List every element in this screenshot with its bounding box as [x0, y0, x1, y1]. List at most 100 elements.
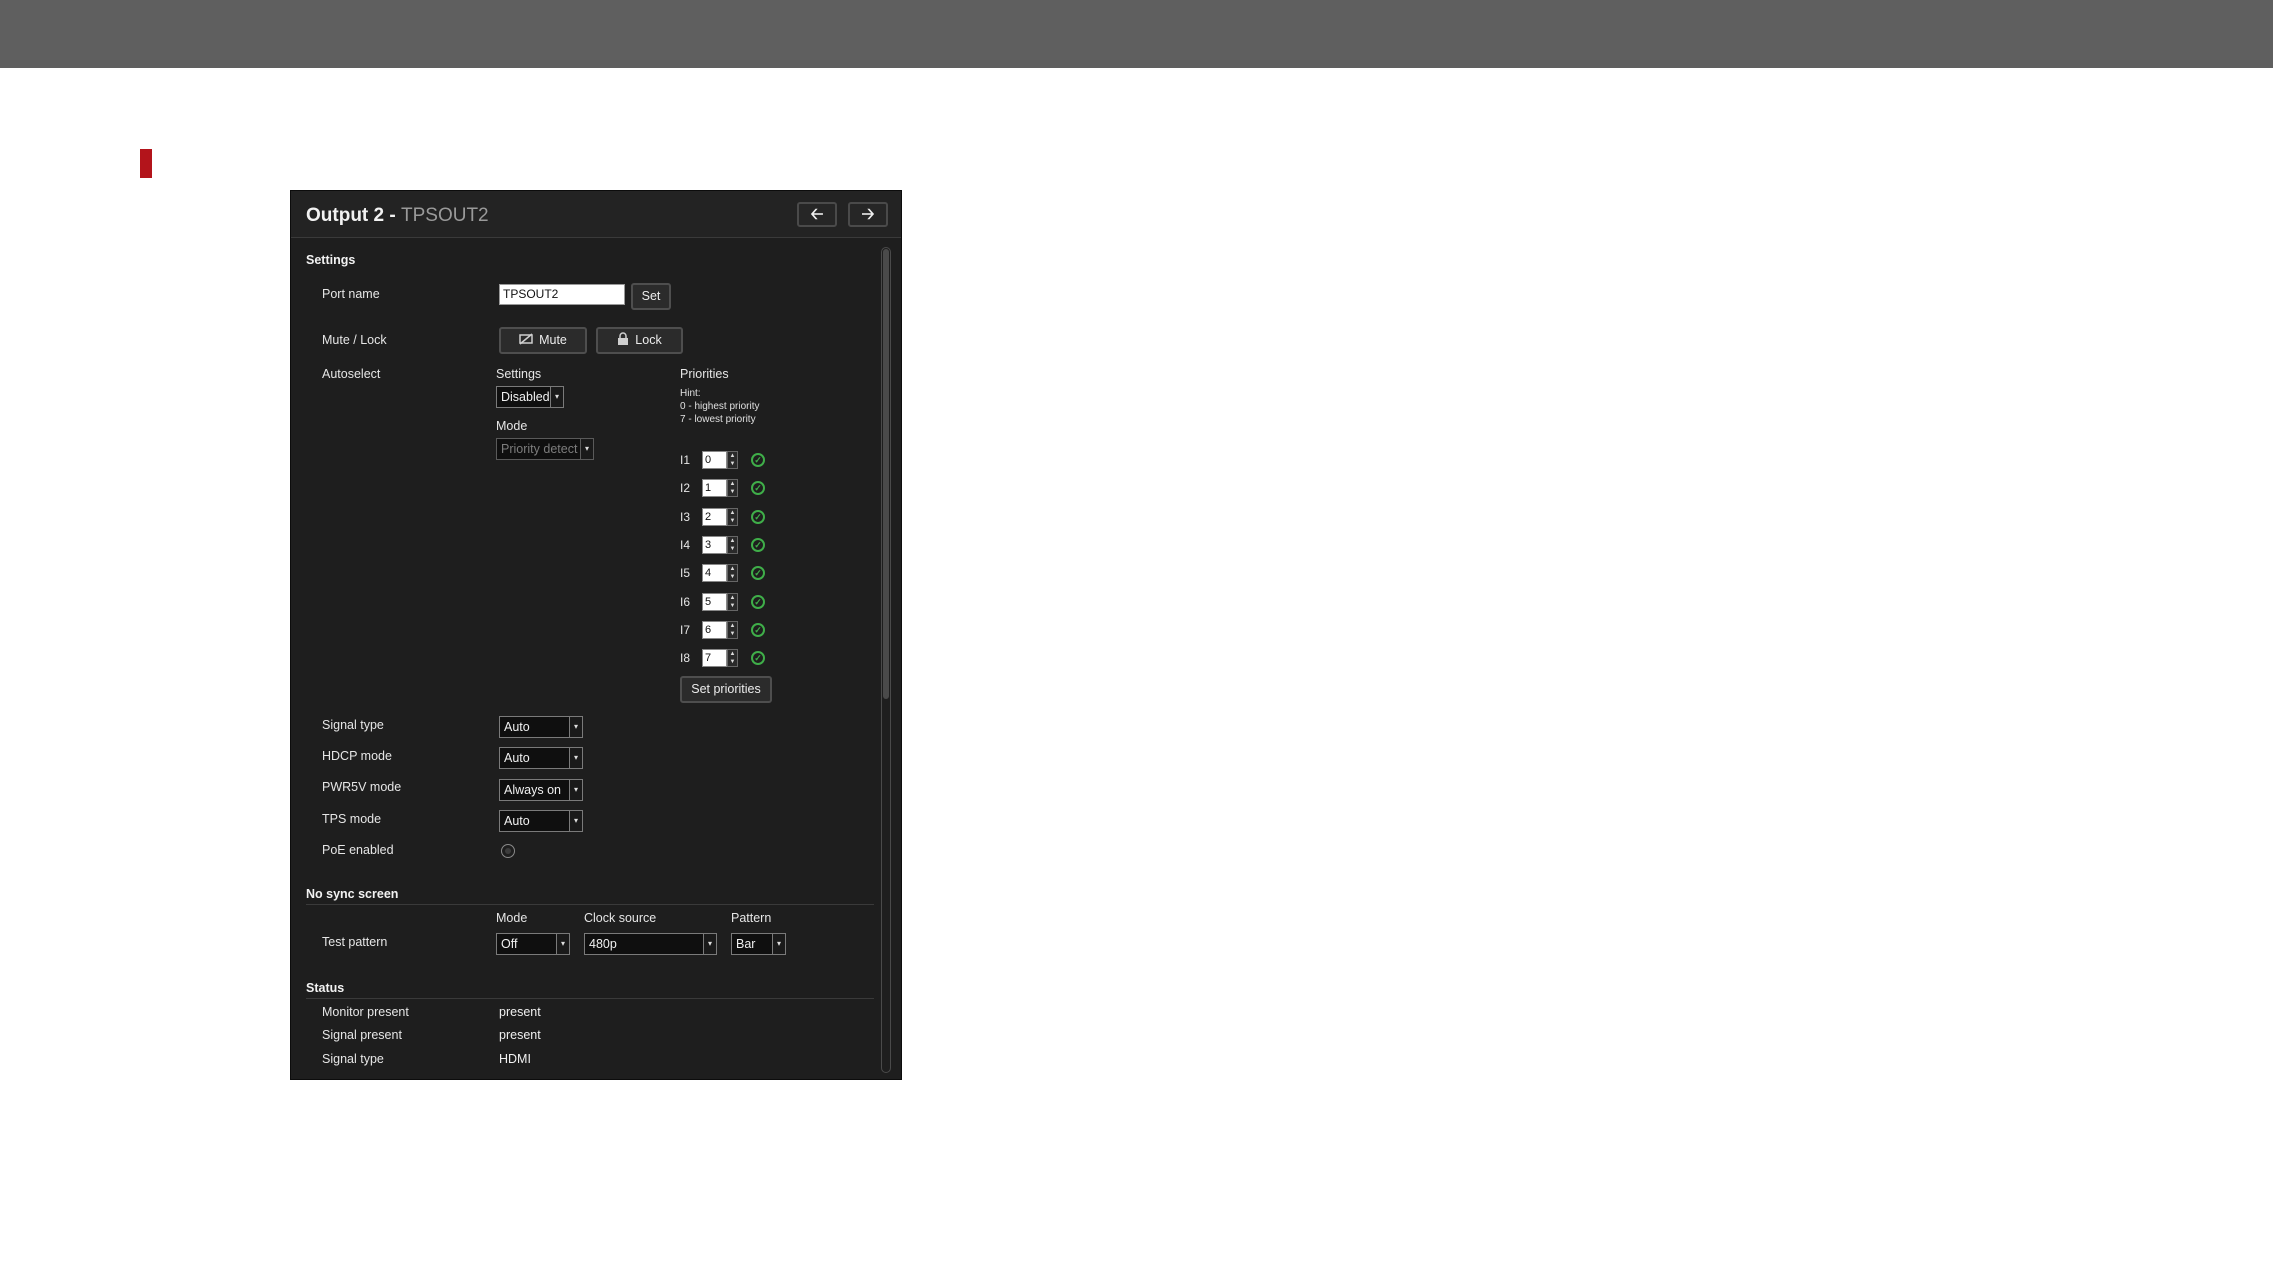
priority-stepper[interactable]: 2: [702, 507, 727, 526]
status-value: present: [499, 1028, 541, 1042]
status-label: Signal type: [322, 1052, 384, 1066]
chevron-down-icon: ▾: [569, 748, 582, 768]
check-icon: ✓: [751, 651, 765, 666]
priority-input-label: I7: [680, 622, 691, 637]
priority-input-label: I8: [680, 651, 691, 666]
arrow-left-icon: 🡠: [810, 206, 824, 223]
priorities-label: Priorities: [680, 367, 729, 381]
status-label: Signal present: [322, 1028, 402, 1042]
panel-header: Output 2 - TPSOUT2 🡠 🡢: [291, 191, 901, 238]
stepper-arrows[interactable]: ▲ ▼: [727, 564, 738, 583]
autoselect-mode-label: Mode: [496, 419, 528, 433]
priority-input-label: I3: [680, 509, 691, 524]
panel-title: Output 2 - TPSOUT2: [306, 205, 489, 227]
check-icon: ✓: [751, 509, 765, 524]
pwr5v-mode-label: PWR5V mode: [322, 780, 402, 794]
pattern-select[interactable]: Bar ▾: [731, 933, 786, 955]
next-port-button[interactable]: 🡢: [848, 202, 888, 227]
test-pattern-label: Test pattern: [322, 935, 388, 949]
priority-input-label: I5: [680, 566, 691, 581]
priority-hint-title: Hint:: [680, 388, 701, 399]
hdcp-mode-label: HDCP mode: [322, 749, 392, 763]
status-section-title: Status: [306, 981, 345, 995]
clock-source-label: Clock source: [584, 911, 657, 925]
status-value: HDMI: [499, 1052, 531, 1066]
mute-button[interactable]: Mute: [499, 327, 587, 354]
set-port-name-button[interactable]: Set: [631, 283, 671, 310]
chevron-down-icon: ▾: [580, 439, 593, 459]
stepper-arrows[interactable]: ▲ ▼: [727, 535, 738, 554]
check-icon: ✓: [751, 594, 765, 609]
check-icon: ✓: [751, 622, 765, 637]
no-sync-section-title: No sync screen: [306, 887, 399, 901]
lock-label: Lock: [635, 333, 662, 347]
priority-stepper[interactable]: 1: [702, 479, 727, 498]
poe-enabled-indicator[interactable]: [501, 844, 515, 858]
status-value: present: [499, 1005, 541, 1019]
section-divider: [306, 904, 874, 905]
stepper-arrows[interactable]: ▲ ▼: [727, 507, 738, 526]
previous-port-button[interactable]: 🡠: [797, 202, 837, 227]
settings-section-title: Settings: [306, 253, 356, 267]
arrow-right-icon: 🡢: [861, 206, 875, 223]
stepper-arrows[interactable]: ▲ ▼: [727, 592, 738, 611]
check-icon: ✓: [751, 566, 765, 581]
pwr5v-mode-select[interactable]: Always on ▾: [499, 779, 583, 801]
autoselect-settings-label: Settings: [496, 367, 542, 381]
clock-source-select[interactable]: 480p ▾: [584, 933, 717, 955]
mute-icon: [519, 333, 533, 345]
lock-button[interactable]: Lock: [596, 327, 683, 354]
check-icon: ✓: [751, 453, 765, 467]
priority-input-label: I6: [680, 594, 691, 609]
autoselect-settings-select[interactable]: Disabled ▾: [496, 386, 564, 408]
stepper-arrows[interactable]: ▲ ▼: [727, 620, 738, 639]
chevron-down-icon: ▾: [703, 934, 716, 954]
priority-stepper[interactable]: 0: [702, 451, 727, 469]
pattern-label: Pattern: [731, 911, 772, 925]
lock-icon: [618, 332, 629, 345]
priority-stepper[interactable]: 6: [702, 620, 727, 639]
signal-type-label: Signal type: [322, 718, 384, 732]
priority-input-label: I4: [680, 537, 691, 552]
chevron-down-icon: ▾: [550, 387, 563, 407]
tps-mode-value: Auto: [504, 814, 530, 828]
mute-lock-label: Mute / Lock: [322, 333, 387, 347]
priority-hint-highest: 0 - highest priority: [680, 401, 760, 412]
autoselect-label: Autoselect: [322, 367, 381, 381]
stepper-arrows[interactable]: ▲ ▼: [727, 649, 738, 668]
pattern-value: Bar: [736, 937, 756, 951]
autoselect-settings-value: Disabled: [501, 390, 550, 404]
priority-input-label: I1: [680, 453, 691, 467]
no-sync-mode-select[interactable]: Off ▾: [496, 933, 570, 955]
port-name-input[interactable]: TPSOUT2: [499, 284, 625, 305]
check-icon: ✓: [751, 481, 765, 496]
signal-type-select[interactable]: Auto ▾: [499, 716, 583, 738]
panel-title-main: Output 2: [306, 205, 385, 226]
priority-stepper[interactable]: 3: [702, 535, 727, 554]
priority-stepper[interactable]: 4: [702, 564, 727, 583]
hdcp-mode-value: Auto: [504, 751, 530, 765]
panel-title-separator: -: [384, 205, 401, 226]
priority-stepper[interactable]: 5: [702, 592, 727, 611]
chevron-down-icon: ▾: [569, 717, 582, 737]
status-label: Monitor present: [322, 1005, 409, 1019]
check-icon: ✓: [751, 537, 765, 552]
hdcp-mode-select[interactable]: Auto ▾: [499, 747, 583, 769]
port-name-label: Port name: [322, 287, 380, 301]
tps-mode-label: TPS mode: [322, 812, 382, 826]
no-sync-mode-label: Mode: [496, 911, 528, 925]
chevron-down-icon: ▾: [772, 934, 785, 954]
signal-type-value: Auto: [504, 720, 530, 734]
autoselect-mode-select[interactable]: Priority detect ▾: [496, 438, 594, 460]
priority-input-label: I2: [680, 481, 691, 496]
priority-hint-lowest: 7 - lowest priority: [680, 414, 756, 425]
stepper-arrows[interactable]: ▲ ▼: [727, 451, 738, 469]
set-priorities-button[interactable]: Set priorities: [680, 676, 772, 703]
section-divider: [306, 998, 874, 999]
stepper-arrows[interactable]: ▲ ▼: [727, 479, 738, 498]
priority-stepper[interactable]: 7: [702, 649, 727, 668]
poe-enabled-label: PoE enabled: [322, 843, 394, 857]
tps-mode-select[interactable]: Auto ▾: [499, 810, 583, 832]
scrollbar-thumb[interactable]: [883, 249, 889, 699]
top-bar: [0, 0, 2273, 68]
